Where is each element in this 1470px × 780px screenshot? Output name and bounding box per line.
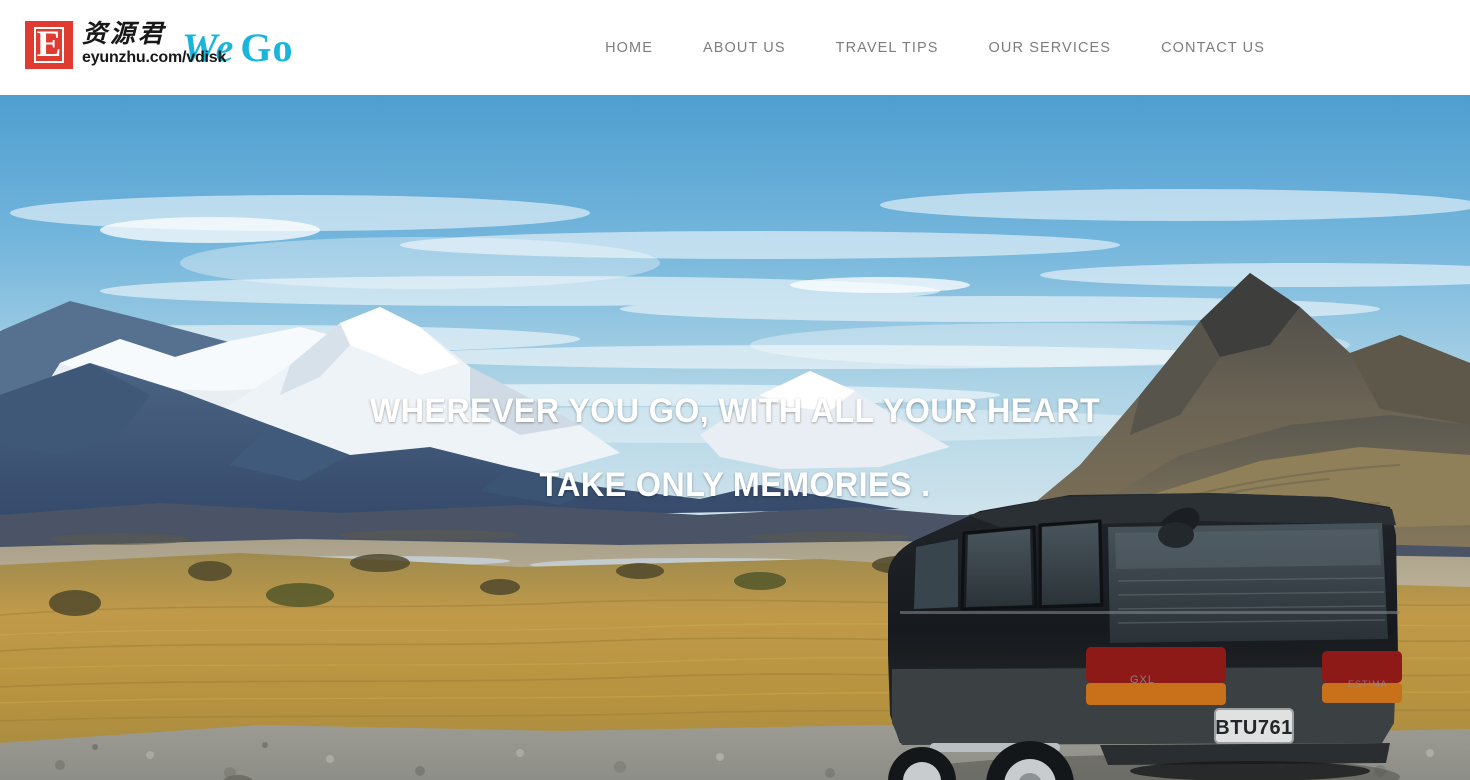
license-plate: BTU761 xyxy=(1214,708,1294,744)
watermark-url-text: eyunzhu.com/vdisk xyxy=(82,49,227,66)
main-navigation: HOME ABOUT US TRAVEL TIPS OUR SERVICES C… xyxy=(580,40,1470,56)
van-graphic: BTU761 GXL ESTIMA xyxy=(888,493,1402,780)
nav-item-about-us[interactable]: ABOUT US xyxy=(678,40,811,56)
hero-scene-image: BTU761 GXL ESTIMA xyxy=(0,95,1470,780)
site-logo-go: Go xyxy=(240,25,294,70)
nav-item-our-services[interactable]: OUR SERVICES xyxy=(964,40,1137,56)
svg-text:BTU761: BTU761 xyxy=(1215,717,1292,739)
site-header: We Go E 资源君 eyunzhu.com/vdisk HOME ABOUT … xyxy=(0,0,1470,95)
svg-text:ESTIMA: ESTIMA xyxy=(1348,679,1388,689)
page-root: We Go E 资源君 eyunzhu.com/vdisk HOME ABOUT … xyxy=(0,0,1470,780)
nav-item-home[interactable]: HOME xyxy=(580,40,678,56)
watermark-badge-letter: E xyxy=(34,26,64,63)
watermark-text-block: 资源君 eyunzhu.com/vdisk xyxy=(82,21,226,66)
nav-item-travel-tips[interactable]: TRAVEL TIPS xyxy=(811,40,964,56)
nav-item-contact-us[interactable]: CONTACT US xyxy=(1136,40,1290,56)
watermark-overlay: E 资源君 eyunzhu.com/vdisk xyxy=(25,21,226,69)
brand-zone: We Go E 资源君 eyunzhu.com/vdisk xyxy=(0,0,460,95)
svg-text:GXL: GXL xyxy=(1130,674,1155,686)
hero-banner: BTU761 GXL ESTIMA WHEREVER YOU GO, WITH … xyxy=(0,95,1470,780)
watermark-badge-icon: E xyxy=(25,21,73,69)
watermark-chinese-text: 资源君 xyxy=(82,21,167,48)
